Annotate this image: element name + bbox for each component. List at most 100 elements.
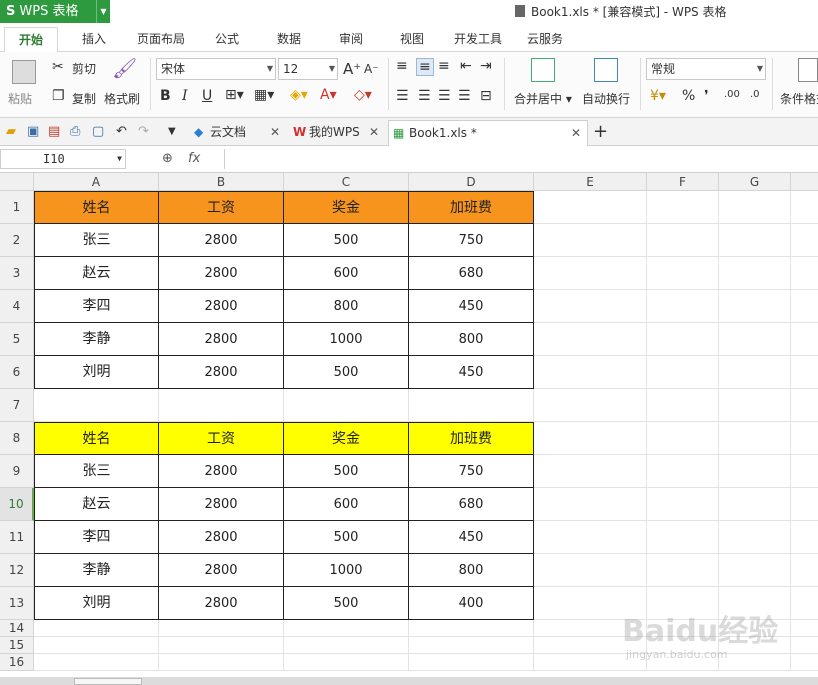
insert-function-button[interactable]: fx bbox=[188, 151, 200, 166]
column-header[interactable] bbox=[791, 173, 818, 191]
paste-icon[interactable] bbox=[12, 60, 36, 84]
grid-cell[interactable] bbox=[719, 356, 791, 389]
increase-decimal-icon[interactable]: .00 bbox=[724, 89, 740, 100]
grid-cell[interactable] bbox=[34, 637, 159, 654]
borders-icon[interactable]: ⊞▾ bbox=[225, 87, 244, 103]
undo-icon[interactable]: ↶ bbox=[116, 124, 127, 139]
grid-cell[interactable] bbox=[534, 191, 647, 224]
customize-toolbar-icon[interactable]: ▼ bbox=[168, 126, 176, 137]
grid-cell[interactable] bbox=[791, 587, 818, 620]
grid-cell[interactable] bbox=[719, 654, 791, 671]
row-header[interactable]: 4 bbox=[0, 290, 34, 323]
table-cell[interactable]: 750 bbox=[409, 224, 534, 257]
grid-cell[interactable] bbox=[791, 257, 818, 290]
column-header[interactable]: D bbox=[409, 173, 534, 191]
tab-data[interactable]: 数据 bbox=[277, 30, 301, 47]
chevron-down-icon[interactable]: ▼ bbox=[117, 150, 122, 168]
table-cell[interactable]: 2800 bbox=[159, 554, 284, 587]
table-cell[interactable]: 450 bbox=[409, 356, 534, 389]
tab-review[interactable]: 审阅 bbox=[339, 30, 363, 47]
grid-cell[interactable] bbox=[719, 257, 791, 290]
table-header-cell[interactable]: 奖金 bbox=[284, 422, 409, 455]
tab-home[interactable]: 开始 bbox=[4, 27, 59, 53]
grid-cell[interactable] bbox=[647, 389, 719, 422]
align-top-icon[interactable]: ≡ bbox=[396, 58, 408, 74]
indent-decrease-icon[interactable]: ⇤ bbox=[460, 58, 472, 74]
grid-cell[interactable] bbox=[791, 455, 818, 488]
table-cell[interactable]: 2800 bbox=[159, 323, 284, 356]
grid-cell[interactable] bbox=[647, 356, 719, 389]
font-name-select[interactable]: 宋体 ▼ bbox=[156, 58, 276, 80]
align-left-icon[interactable]: ☰ bbox=[396, 88, 409, 104]
open-folder-icon[interactable]: ▰ bbox=[6, 124, 16, 139]
grid-cell[interactable] bbox=[159, 637, 284, 654]
table-cell[interactable]: 张三 bbox=[34, 455, 159, 488]
table-header-cell[interactable]: 加班费 bbox=[409, 191, 534, 224]
row-header[interactable]: 8 bbox=[0, 422, 34, 455]
table-cell[interactable]: 2800 bbox=[159, 290, 284, 323]
tab-formulas[interactable]: 公式 bbox=[215, 30, 239, 47]
table-cell[interactable]: 李静 bbox=[34, 323, 159, 356]
grid-cell[interactable] bbox=[791, 191, 818, 224]
comma-button[interactable]: ❜ bbox=[704, 88, 709, 104]
table-cell[interactable]: 800 bbox=[284, 290, 409, 323]
row-header[interactable]: 13 bbox=[0, 587, 34, 620]
grid-cell[interactable] bbox=[719, 554, 791, 587]
grid-cell[interactable] bbox=[791, 654, 818, 671]
row-header[interactable]: 10 bbox=[0, 488, 34, 521]
table-cell[interactable]: 2800 bbox=[159, 455, 284, 488]
doc-tab-cloud[interactable]: ◆ 云文档 ✕ bbox=[190, 120, 286, 146]
grid-cell[interactable] bbox=[719, 191, 791, 224]
table-cell[interactable]: 2800 bbox=[159, 587, 284, 620]
tab-developer[interactable]: 开发工具 bbox=[454, 30, 502, 47]
table-cell[interactable]: 刘明 bbox=[34, 587, 159, 620]
grid-cell[interactable] bbox=[159, 620, 284, 637]
column-header[interactable]: G bbox=[719, 173, 791, 191]
tab-view[interactable]: 视图 bbox=[400, 30, 424, 47]
grid-cell[interactable] bbox=[409, 637, 534, 654]
fill-color-icon[interactable]: ◈▾ bbox=[290, 87, 308, 103]
name-box[interactable]: I10 ▼ bbox=[0, 149, 126, 169]
italic-button[interactable]: I bbox=[182, 88, 188, 104]
grid-cell[interactable] bbox=[719, 521, 791, 554]
grid-cell[interactable] bbox=[647, 191, 719, 224]
grid-cell[interactable] bbox=[791, 488, 818, 521]
grid-cell[interactable] bbox=[534, 290, 647, 323]
format-painter-button[interactable]: 格式刷 bbox=[104, 90, 140, 107]
table-cell[interactable]: 600 bbox=[284, 257, 409, 290]
grid-cell[interactable] bbox=[534, 389, 647, 422]
app-menu-button[interactable]: S WPS 表格 ▼ bbox=[0, 0, 110, 23]
table-cell[interactable]: 800 bbox=[409, 554, 534, 587]
grid-cell[interactable] bbox=[791, 422, 818, 455]
table-header-cell[interactable]: 姓名 bbox=[34, 422, 159, 455]
table-cell[interactable]: 750 bbox=[409, 455, 534, 488]
grid-cell[interactable] bbox=[719, 323, 791, 356]
grid-cell[interactable] bbox=[534, 356, 647, 389]
grid-cell[interactable] bbox=[791, 637, 818, 654]
table-cell[interactable]: 2800 bbox=[159, 488, 284, 521]
row-header[interactable]: 16 bbox=[0, 654, 34, 671]
grid-cell[interactable] bbox=[647, 290, 719, 323]
row-header[interactable]: 2 bbox=[0, 224, 34, 257]
row-header[interactable]: 1 bbox=[0, 191, 34, 224]
decrease-font-icon[interactable]: A⁻ bbox=[364, 62, 379, 76]
save-icon[interactable]: ▣ bbox=[27, 124, 39, 139]
table-cell[interactable]: 450 bbox=[409, 521, 534, 554]
grid-cell[interactable] bbox=[534, 257, 647, 290]
grid-cell[interactable] bbox=[34, 654, 159, 671]
table-cell[interactable]: 1000 bbox=[284, 554, 409, 587]
scrollbar-thumb[interactable] bbox=[74, 678, 142, 685]
grid-cell[interactable] bbox=[534, 554, 647, 587]
column-header[interactable]: F bbox=[647, 173, 719, 191]
font-size-select[interactable]: 12 ▼ bbox=[278, 58, 338, 80]
close-icon[interactable]: ✕ bbox=[571, 121, 581, 145]
wrap-text-button[interactable]: 自动换行 bbox=[582, 90, 630, 107]
grid-cell[interactable] bbox=[534, 488, 647, 521]
column-header[interactable]: A bbox=[34, 173, 159, 191]
tab-insert[interactable]: 插入 bbox=[82, 30, 106, 47]
grid-cell[interactable] bbox=[791, 521, 818, 554]
currency-icon[interactable]: ¥▾ bbox=[650, 88, 666, 104]
grid-cell[interactable] bbox=[791, 554, 818, 587]
column-header[interactable]: B bbox=[159, 173, 284, 191]
table-cell[interactable]: 680 bbox=[409, 257, 534, 290]
